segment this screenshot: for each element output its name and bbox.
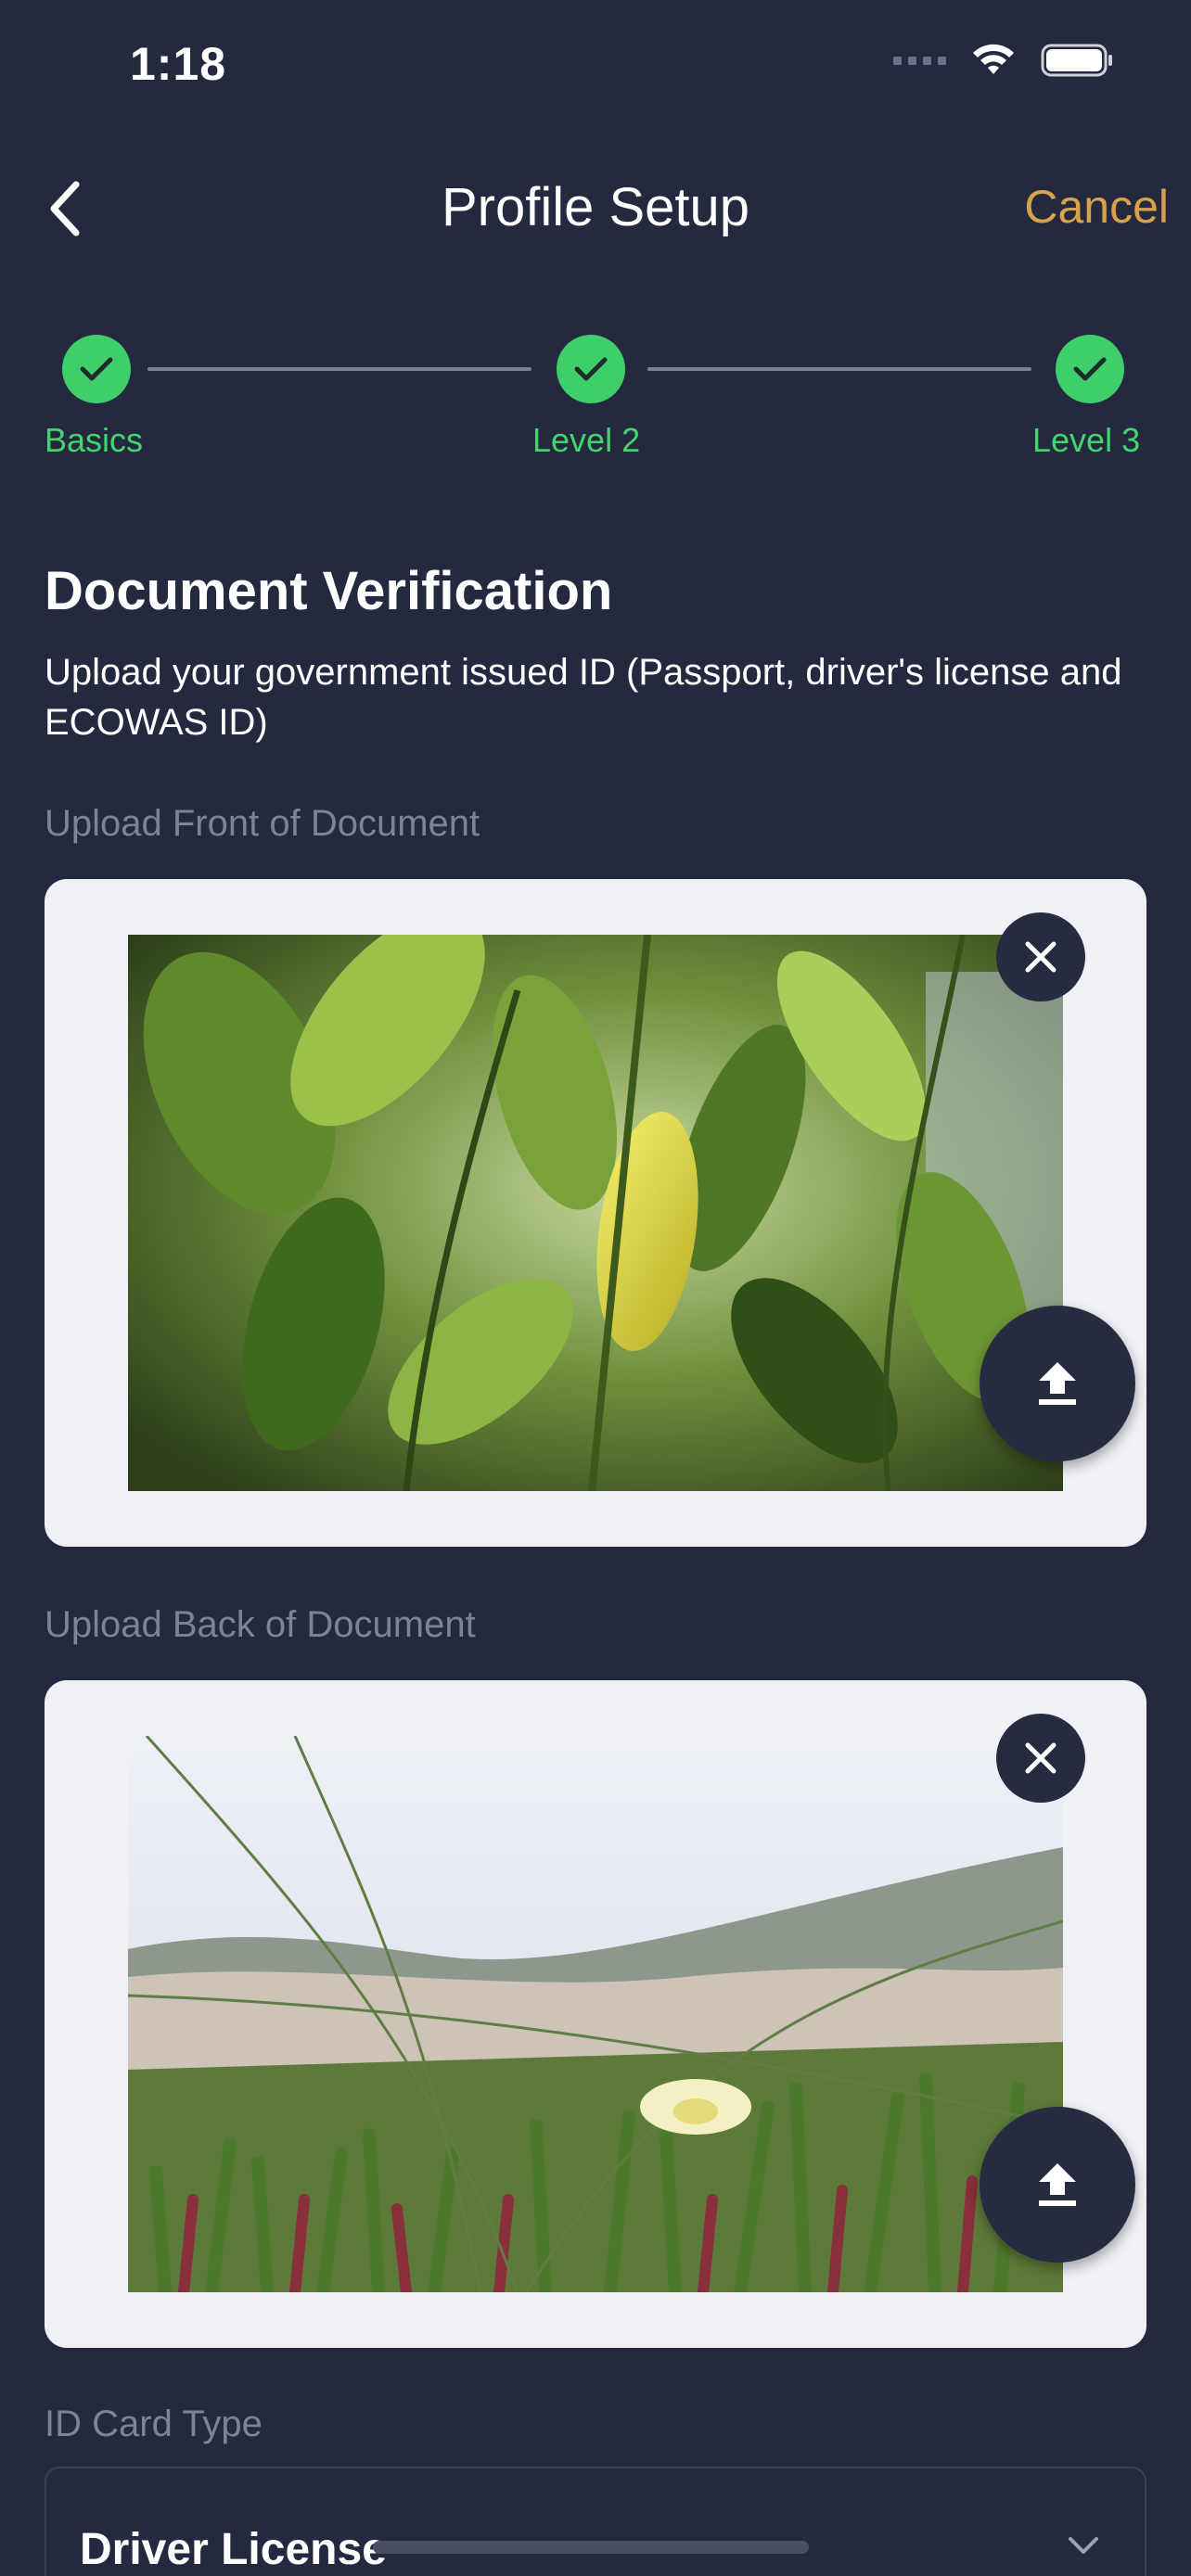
checkmark-icon bbox=[80, 357, 113, 381]
step-level2-check bbox=[557, 335, 625, 403]
step-connector bbox=[147, 367, 531, 371]
front-upload-card[interactable] bbox=[45, 879, 1146, 1547]
close-icon bbox=[1025, 1742, 1057, 1774]
id-type-select[interactable]: Driver License bbox=[45, 2467, 1146, 2576]
back-upload-card[interactable] bbox=[45, 1680, 1146, 2348]
upload-icon bbox=[1039, 1362, 1076, 1405]
upload-back-button[interactable] bbox=[980, 2107, 1135, 2263]
checkmark-icon bbox=[1073, 357, 1107, 381]
checkmark-icon bbox=[574, 357, 608, 381]
upload-icon bbox=[1039, 2163, 1076, 2206]
section-description: Upload your government issued ID (Passpo… bbox=[45, 652, 1122, 743]
chevron-down-icon bbox=[1069, 2537, 1098, 2554]
step-connector bbox=[647, 367, 1031, 371]
front-upload-label: Upload Front of Document bbox=[45, 803, 480, 844]
id-type-value: Driver License bbox=[80, 2525, 387, 2574]
remove-back-button[interactable] bbox=[996, 1714, 1085, 1803]
cellular-icon bbox=[893, 56, 946, 65]
upload-front-button[interactable] bbox=[980, 1306, 1135, 1461]
step-label-level3: Level 3 bbox=[1032, 421, 1141, 459]
cancel-button[interactable]: Cancel bbox=[1024, 180, 1169, 234]
close-icon bbox=[1025, 941, 1057, 973]
page-title: Profile Setup bbox=[441, 177, 750, 237]
status-time: 1:18 bbox=[130, 38, 227, 90]
home-indicator bbox=[373, 2541, 809, 2554]
front-document-image bbox=[128, 935, 1063, 1491]
battery-icon bbox=[1041, 43, 1115, 78]
id-type-label: ID Card Type bbox=[45, 2404, 263, 2444]
back-document-image bbox=[128, 1736, 1063, 2292]
back-upload-label: Upload Back of Document bbox=[45, 1604, 476, 1645]
step-label-basics: Basics bbox=[45, 421, 144, 459]
wifi-icon bbox=[970, 43, 1017, 78]
profile-setup-screen: 1:18 Profile Setup Cancel Basics Level 2… bbox=[0, 0, 1191, 2576]
section-title: Document Verification bbox=[45, 561, 613, 621]
remove-front-button[interactable] bbox=[996, 912, 1085, 1001]
status-icons bbox=[893, 43, 1115, 78]
step-level3-check bbox=[1056, 335, 1124, 403]
step-label-level2: Level 2 bbox=[532, 421, 641, 459]
step-basics-check bbox=[62, 335, 131, 403]
